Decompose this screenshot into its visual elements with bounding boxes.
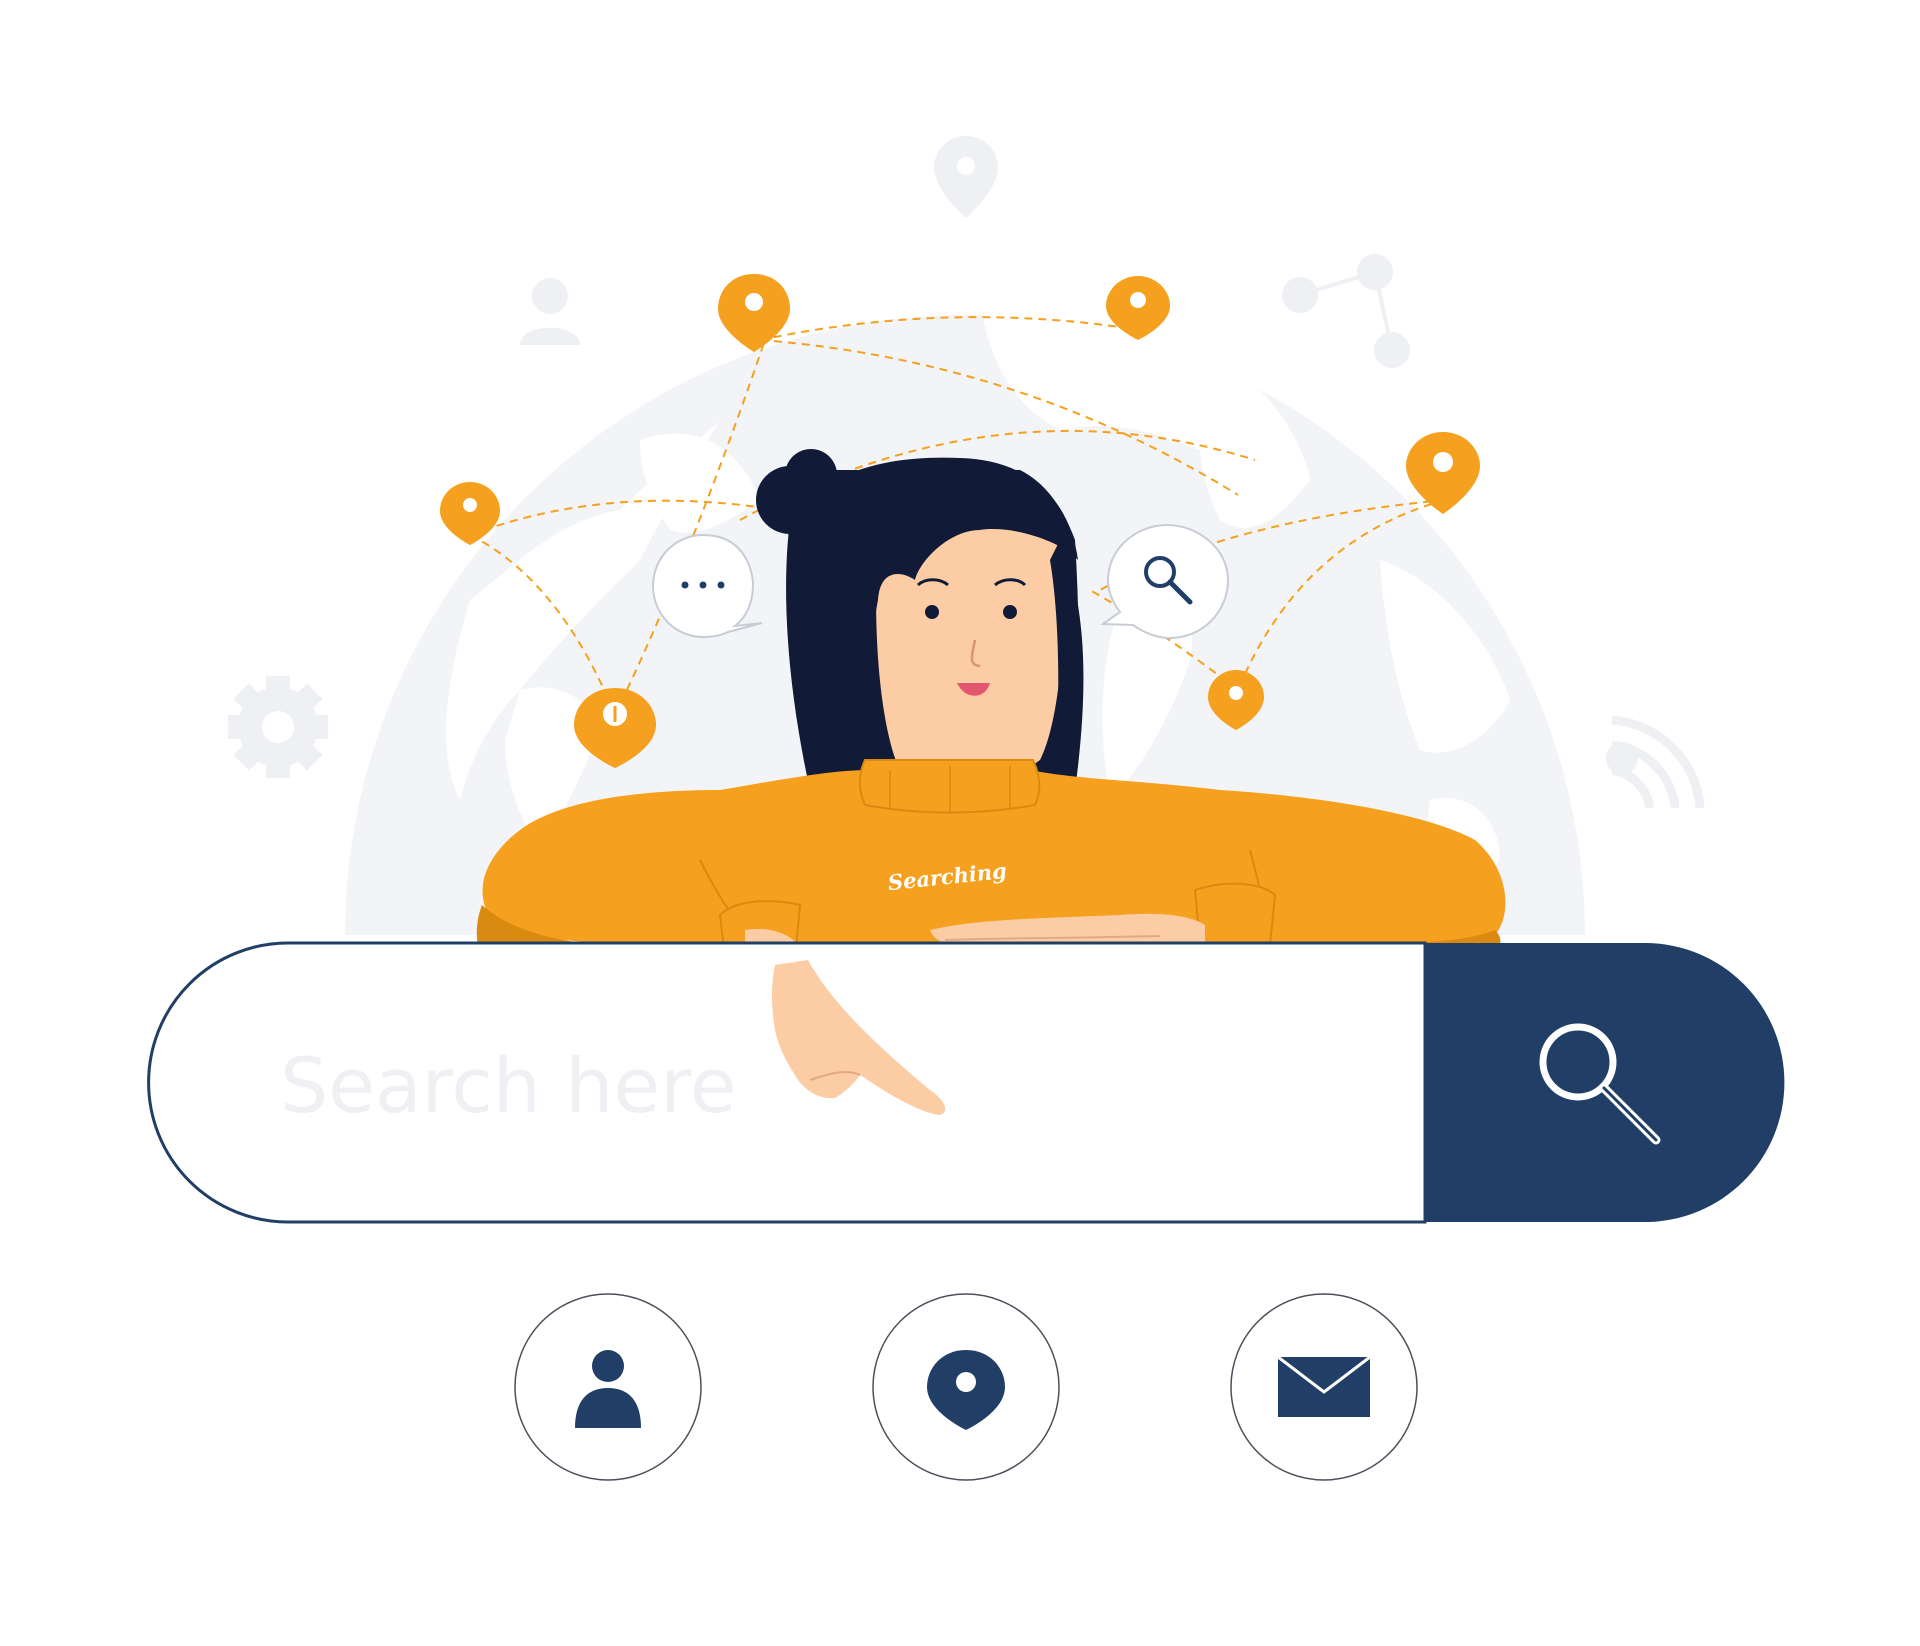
user-button[interactable] bbox=[514, 1293, 702, 1481]
location-pin-icon bbox=[718, 274, 790, 352]
search-bar[interactable]: Search here bbox=[147, 941, 1427, 1224]
mail-icon bbox=[1277, 1355, 1371, 1417]
illustration: Searching Search here bbox=[147, 136, 1785, 1481]
share-icon-faint bbox=[1282, 254, 1410, 368]
search-input[interactable]: Search here bbox=[280, 1041, 737, 1130]
gear-icon-faint bbox=[228, 676, 328, 778]
user-icon-faint bbox=[520, 278, 580, 345]
mail-button[interactable] bbox=[1230, 1293, 1418, 1481]
wifi-dot bbox=[1606, 742, 1638, 774]
search-button[interactable] bbox=[1425, 943, 1785, 1222]
location-pin-icon-faint bbox=[934, 136, 998, 218]
location-pin-icon bbox=[1406, 432, 1480, 514]
location-button[interactable] bbox=[872, 1293, 1060, 1481]
